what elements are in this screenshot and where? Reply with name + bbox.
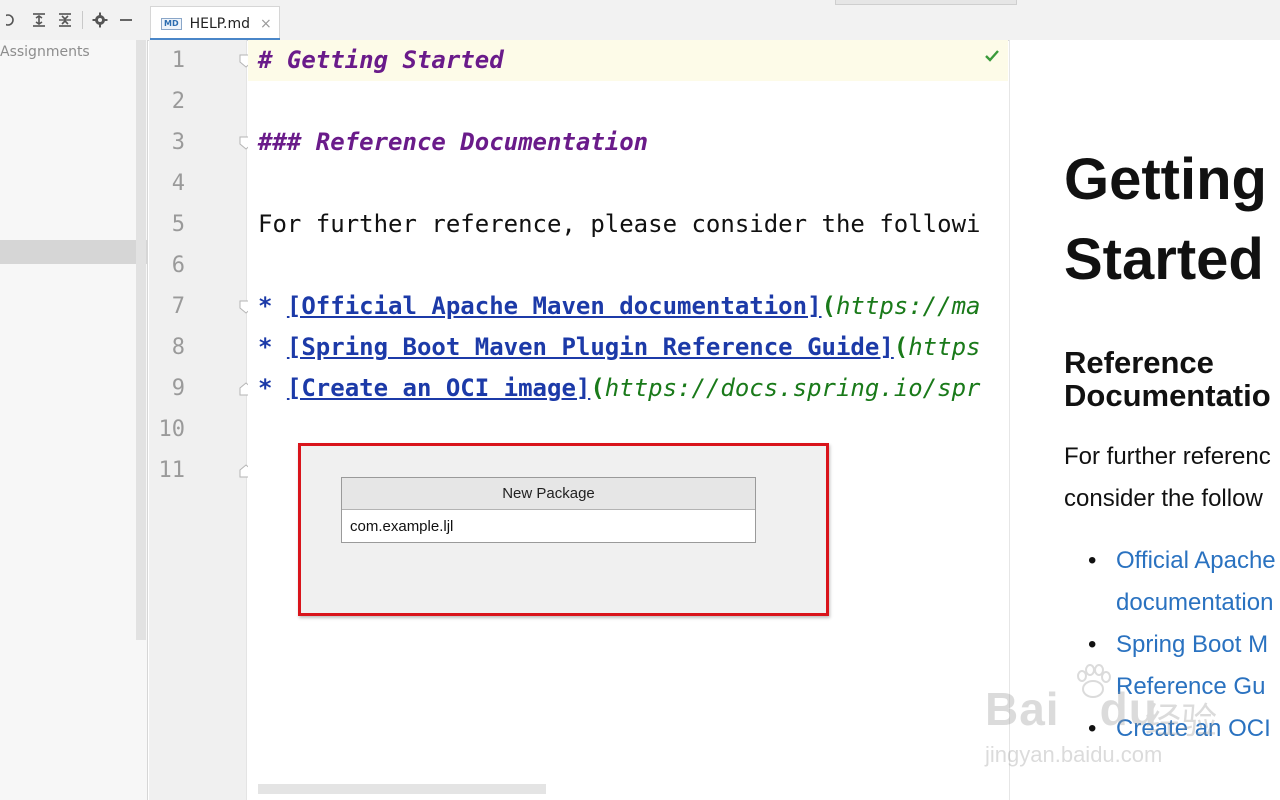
line-number: 8 [171, 335, 185, 360]
watermark-url: jingyan.baidu.com [985, 742, 1163, 767]
top-toolbar: MD HELP.md × [0, 0, 1280, 41]
heading-text: # Getting Started [258, 46, 504, 74]
markdown-editor[interactable]: # Getting Started ### Reference Document… [248, 40, 1008, 800]
editor-line-7[interactable]: * [Official Apache Maven documentation](… [258, 286, 980, 327]
preview-heading-3: Reference Documentatio [1064, 346, 1280, 412]
gear-icon[interactable] [87, 8, 113, 32]
link-url[interactable]: https://docs.spring.io/spr [605, 374, 981, 402]
preview-link[interactable]: Official Apache documentation [1064, 540, 1280, 624]
tab-help-md[interactable]: MD HELP.md × [150, 6, 280, 40]
link-paren: ( [821, 292, 836, 320]
link-paren: ( [590, 374, 605, 402]
link-text[interactable]: [Spring Boot Maven Plugin Reference Guid… [287, 333, 894, 361]
preview-paragraph: For further referenc consider the follow [1064, 436, 1280, 520]
watermark-cn: 经验 [1145, 701, 1218, 742]
line-number: 4 [171, 171, 185, 196]
line-number: 9 [171, 376, 185, 401]
preview-heading-line: Reference [1064, 345, 1214, 380]
project-scrollbar[interactable] [136, 40, 146, 640]
line-number: 3 [171, 130, 185, 155]
link-text[interactable]: [Create an OCI image] [287, 374, 590, 402]
editor-line-5[interactable]: For further reference, please consider t… [258, 204, 980, 245]
line-number: 7 [171, 294, 185, 319]
tab-label: HELP.md [189, 15, 251, 32]
editor-horizontal-scrollbar[interactable] [258, 784, 546, 794]
paragraph-text: For further reference, please consider t… [258, 210, 981, 238]
editor-line-8[interactable]: * [Spring Boot Maven Plugin Reference Gu… [258, 327, 980, 368]
preview-heading-line: Getting [1064, 147, 1267, 212]
top-field-edge [835, 0, 1017, 5]
collapse-all-icon[interactable] [52, 8, 78, 32]
baidu-watermark: Bai du 经验 jingyan.baidu.com [985, 662, 1245, 782]
preview-link-line[interactable]: documentation [1116, 582, 1280, 624]
preview-paragraph-line: For further referenc [1064, 443, 1271, 470]
line-number: 10 [158, 417, 186, 442]
minimize-icon[interactable] [113, 8, 139, 32]
line-number: 6 [171, 253, 185, 278]
preview-heading-1: Getting Started [1064, 140, 1280, 300]
list-bullet: * [258, 292, 273, 320]
line-number-gutter: 1 2 3 4 5 6 7 8 9 10 11 [149, 40, 253, 800]
package-name-input[interactable]: com.example.ljl [342, 510, 755, 543]
project-tree-item[interactable]: Assignments [0, 44, 90, 60]
link-text[interactable]: [Official Apache Maven documentation] [287, 292, 822, 320]
line-number: 11 [158, 458, 186, 483]
watermark-logo: Bai du [985, 683, 1158, 735]
list-bullet: * [258, 333, 273, 361]
target-icon[interactable] [0, 8, 26, 32]
link-paren: ( [893, 333, 909, 361]
editor-line-9[interactable]: * [Create an OCI image](https://docs.spr… [258, 368, 980, 409]
line-number: 2 [171, 89, 185, 114]
markdown-file-icon: MD [161, 17, 182, 30]
line-number: 5 [171, 212, 185, 237]
expand-all-icon[interactable] [26, 8, 52, 32]
project-panel: Assignments [0, 40, 148, 800]
list-bullet: * [258, 374, 273, 402]
preview-heading-line: Documentatio [1064, 378, 1271, 413]
preview-heading-line: Started [1064, 227, 1264, 292]
new-package-dialog: New Package com.example.ljl [341, 477, 756, 543]
link-url[interactable]: https [908, 333, 980, 361]
preview-link-line[interactable]: Spring Boot M [1116, 624, 1280, 666]
line-number: 1 [171, 48, 185, 73]
check-icon[interactable] [984, 48, 1000, 64]
dialog-title: New Package [342, 478, 755, 510]
heading-text: ### Reference Documentation [258, 128, 649, 156]
close-icon[interactable]: × [260, 16, 272, 32]
project-toolbar [0, 8, 139, 32]
preview-link-line[interactable]: Official Apache [1116, 540, 1280, 582]
preview-paragraph-line: consider the follow [1064, 485, 1263, 512]
highlight-box: New Package com.example.ljl [298, 443, 829, 616]
editor-line-1[interactable]: # Getting Started [258, 40, 504, 81]
selected-tree-row[interactable] [0, 240, 148, 264]
link-url[interactable]: https://ma [836, 292, 981, 320]
toolbar-separator [82, 11, 83, 29]
editor-line-3[interactable]: ### Reference Documentation [258, 122, 648, 163]
